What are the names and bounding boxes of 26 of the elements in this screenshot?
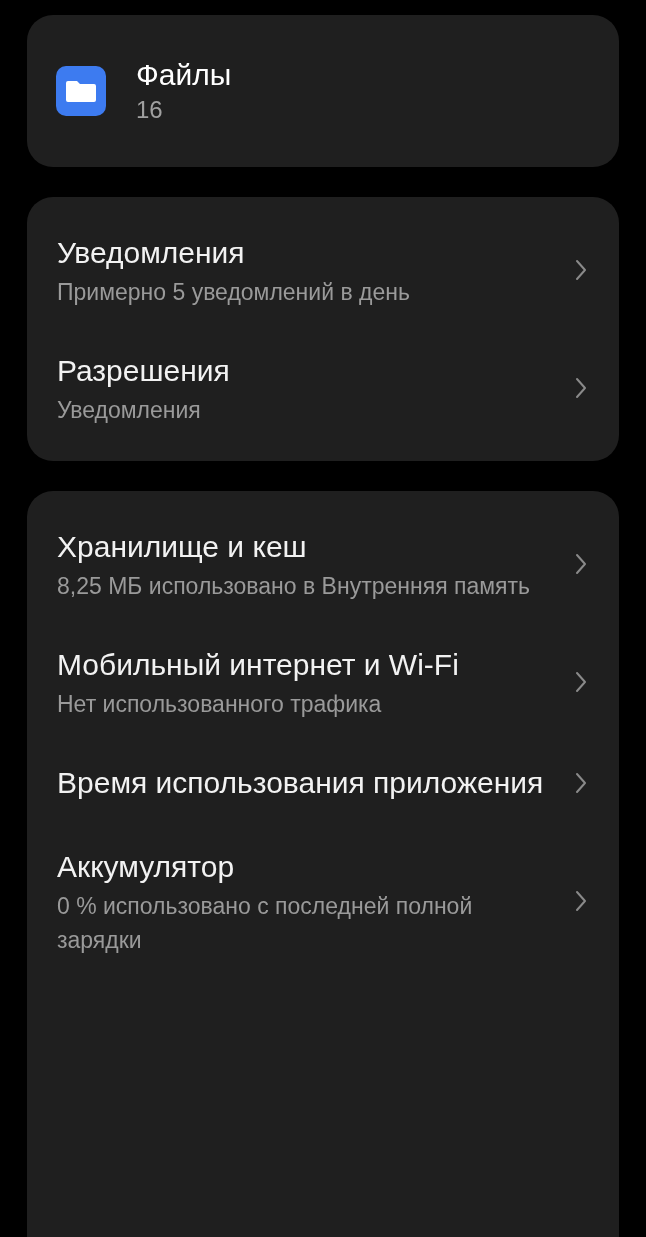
- settings-item[interactable]: Аккумулятор 0 % использовано с последней полной зарядки: [27, 825, 619, 977]
- item-title: Время использования приложения: [57, 765, 545, 801]
- app-name: Файлы: [136, 58, 232, 92]
- chevron-icon: [575, 890, 587, 912]
- item-subtitle: Нет использованного трафика: [57, 690, 383, 719]
- chevron-icon: [575, 553, 587, 575]
- item-subtitle: 8,25 МБ использовано в Внутренняя память: [57, 572, 531, 601]
- file-count: 16: [136, 96, 164, 124]
- chevron-icon: [575, 259, 587, 281]
- item-title: Разрешения: [57, 353, 231, 389]
- settings-item[interactable]: Мобильный интернет и Wi-Fi Нет использованного трафика: [27, 623, 619, 741]
- item-subtitle: 0 % использовано с последней полной зарядки: [57, 892, 474, 955]
- chevron-icon: [575, 377, 587, 399]
- item-title: Мобильный интернет и Wi-Fi: [57, 647, 460, 683]
- folder-icon: [56, 66, 106, 116]
- item-subtitle: Примерно 5 уведомлений в день: [57, 278, 411, 307]
- chevron-icon: [575, 772, 587, 794]
- settings-item[interactable]: Время использования приложения: [27, 741, 619, 825]
- settings-item[interactable]: Разрешения Уведомления: [27, 329, 619, 447]
- settings-item[interactable]: Уведомления Примерно 5 уведомлений в день: [27, 211, 619, 329]
- item-subtitle: Уведомления: [57, 396, 202, 425]
- item-title: Хранилище и кеш: [57, 529, 308, 565]
- settings-item[interactable]: Хранилище и кеш 8,25 МБ использовано в Внутренняя память: [27, 505, 619, 623]
- chevron-icon: [575, 671, 587, 693]
- item-title: Аккумулятор: [57, 849, 236, 885]
- item-title: Уведомления: [57, 235, 246, 271]
